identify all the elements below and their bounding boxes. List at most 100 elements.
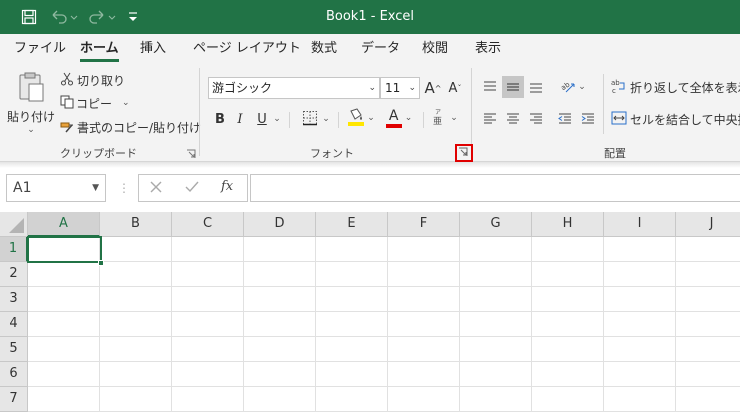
- cell-j6[interactable]: [676, 362, 740, 387]
- paste-button[interactable]: 貼り付け ⌄: [7, 68, 55, 138]
- align-left-icon[interactable]: [480, 108, 500, 130]
- cell-f3[interactable]: [388, 287, 460, 312]
- italic-button[interactable]: I: [231, 109, 249, 129]
- cell-i3[interactable]: [604, 287, 676, 312]
- cell-a2[interactable]: [28, 262, 100, 287]
- format-painter-button[interactable]: 書式のコピー/貼り付け: [60, 117, 201, 137]
- cell-d3[interactable]: [244, 287, 316, 312]
- cell-c3[interactable]: [172, 287, 244, 312]
- cell-b3[interactable]: [100, 287, 172, 312]
- cell-b4[interactable]: [100, 312, 172, 337]
- vertical-dots-icon[interactable]: ⋮: [118, 178, 130, 198]
- cell-e6[interactable]: [316, 362, 388, 387]
- clipboard-launcher-icon[interactable]: [186, 149, 198, 161]
- cell-g6[interactable]: [460, 362, 532, 387]
- cell-d1[interactable]: [244, 237, 316, 262]
- cell-b6[interactable]: [100, 362, 172, 387]
- row-header-3[interactable]: 3: [0, 287, 28, 312]
- decrease-indent-icon[interactable]: [555, 108, 575, 130]
- increase-font-size-icon[interactable]: A ^: [423, 77, 443, 99]
- decrease-font-size-icon[interactable]: Aˇ: [445, 77, 465, 99]
- cell-a4[interactable]: [28, 312, 100, 337]
- font-color-button[interactable]: A ⌄: [382, 107, 416, 129]
- tab-view[interactable]: 表示: [475, 34, 501, 64]
- cell-i4[interactable]: [604, 312, 676, 337]
- cell-g1[interactable]: [460, 237, 532, 262]
- cell-e5[interactable]: [316, 337, 388, 362]
- tab-page-layout[interactable]: ページ レイアウト: [193, 34, 301, 64]
- tab-file[interactable]: ファイル: [14, 34, 66, 64]
- cell-c2[interactable]: [172, 262, 244, 287]
- phonetic-guide-button[interactable]: ア亜 ⌄: [428, 107, 462, 129]
- cell-d4[interactable]: [244, 312, 316, 337]
- cell-i2[interactable]: [604, 262, 676, 287]
- cell-f6[interactable]: [388, 362, 460, 387]
- row-header-2[interactable]: 2: [0, 262, 28, 287]
- cancel-icon[interactable]: [149, 180, 165, 196]
- row-header-5[interactable]: 5: [0, 337, 28, 362]
- cell-h1[interactable]: [532, 237, 604, 262]
- cut-button[interactable]: 切り取り: [60, 70, 125, 90]
- column-header-d[interactable]: D: [244, 212, 316, 237]
- insert-function-icon[interactable]: fx: [221, 179, 233, 194]
- cell-g3[interactable]: [460, 287, 532, 312]
- row-header-1[interactable]: 1: [0, 237, 28, 262]
- align-right-icon[interactable]: [526, 108, 546, 130]
- cell-b5[interactable]: [100, 337, 172, 362]
- cell-h3[interactable]: [532, 287, 604, 312]
- cell-j3[interactable]: [676, 287, 740, 312]
- formula-input[interactable]: [250, 174, 740, 202]
- tab-review[interactable]: 校閲: [422, 34, 448, 64]
- font-name-select[interactable]: 游ゴシック ⌄: [208, 77, 380, 99]
- cell-f5[interactable]: [388, 337, 460, 362]
- cell-j4[interactable]: [676, 312, 740, 337]
- fill-color-button[interactable]: ⌄: [344, 107, 378, 129]
- tab-data[interactable]: データ: [361, 34, 400, 64]
- row-header-6[interactable]: 6: [0, 362, 28, 387]
- cell-f2[interactable]: [388, 262, 460, 287]
- cell-c4[interactable]: [172, 312, 244, 337]
- cell-a5[interactable]: [28, 337, 100, 362]
- cell-a3[interactable]: [28, 287, 100, 312]
- align-top-icon[interactable]: [480, 76, 500, 98]
- font-size-select[interactable]: 11 ⌄: [380, 77, 420, 99]
- cell-b1[interactable]: [100, 237, 172, 262]
- tab-formulas[interactable]: 数式: [311, 34, 337, 64]
- cell-j5[interactable]: [676, 337, 740, 362]
- cell-d2[interactable]: [244, 262, 316, 287]
- cell-e4[interactable]: [316, 312, 388, 337]
- align-center-icon[interactable]: [502, 108, 524, 130]
- tab-home[interactable]: ホーム: [80, 34, 119, 64]
- cell-e2[interactable]: [316, 262, 388, 287]
- column-header-j[interactable]: J: [676, 212, 740, 237]
- copy-button[interactable]: コピー ⌄: [60, 93, 130, 113]
- column-header-g[interactable]: G: [460, 212, 532, 237]
- cell-f1[interactable]: [388, 237, 460, 262]
- cell-g5[interactable]: [460, 337, 532, 362]
- cell-a6[interactable]: [28, 362, 100, 387]
- column-header-i[interactable]: I: [604, 212, 676, 237]
- cell-e1[interactable]: [316, 237, 388, 262]
- cell-i1[interactable]: [604, 237, 676, 262]
- column-header-e[interactable]: E: [316, 212, 388, 237]
- cell-e3[interactable]: [316, 287, 388, 312]
- cell-i5[interactable]: [604, 337, 676, 362]
- cell-c5[interactable]: [172, 337, 244, 362]
- cell-h6[interactable]: [532, 362, 604, 387]
- cell-i6[interactable]: [604, 362, 676, 387]
- cell-f4[interactable]: [388, 312, 460, 337]
- row-header-4[interactable]: 4: [0, 312, 28, 337]
- column-header-b[interactable]: B: [100, 212, 172, 237]
- enter-icon[interactable]: [185, 180, 201, 196]
- cell-d5[interactable]: [244, 337, 316, 362]
- cell-h5[interactable]: [532, 337, 604, 362]
- cell-g4[interactable]: [460, 312, 532, 337]
- cell-c6[interactable]: [172, 362, 244, 387]
- cell-h4[interactable]: [532, 312, 604, 337]
- cell-j2[interactable]: [676, 262, 740, 287]
- cell-b2[interactable]: [100, 262, 172, 287]
- borders-button[interactable]: ⌄: [298, 109, 334, 129]
- underline-button[interactable]: U: [253, 109, 271, 129]
- column-header-h[interactable]: H: [532, 212, 604, 237]
- column-header-c[interactable]: C: [172, 212, 244, 237]
